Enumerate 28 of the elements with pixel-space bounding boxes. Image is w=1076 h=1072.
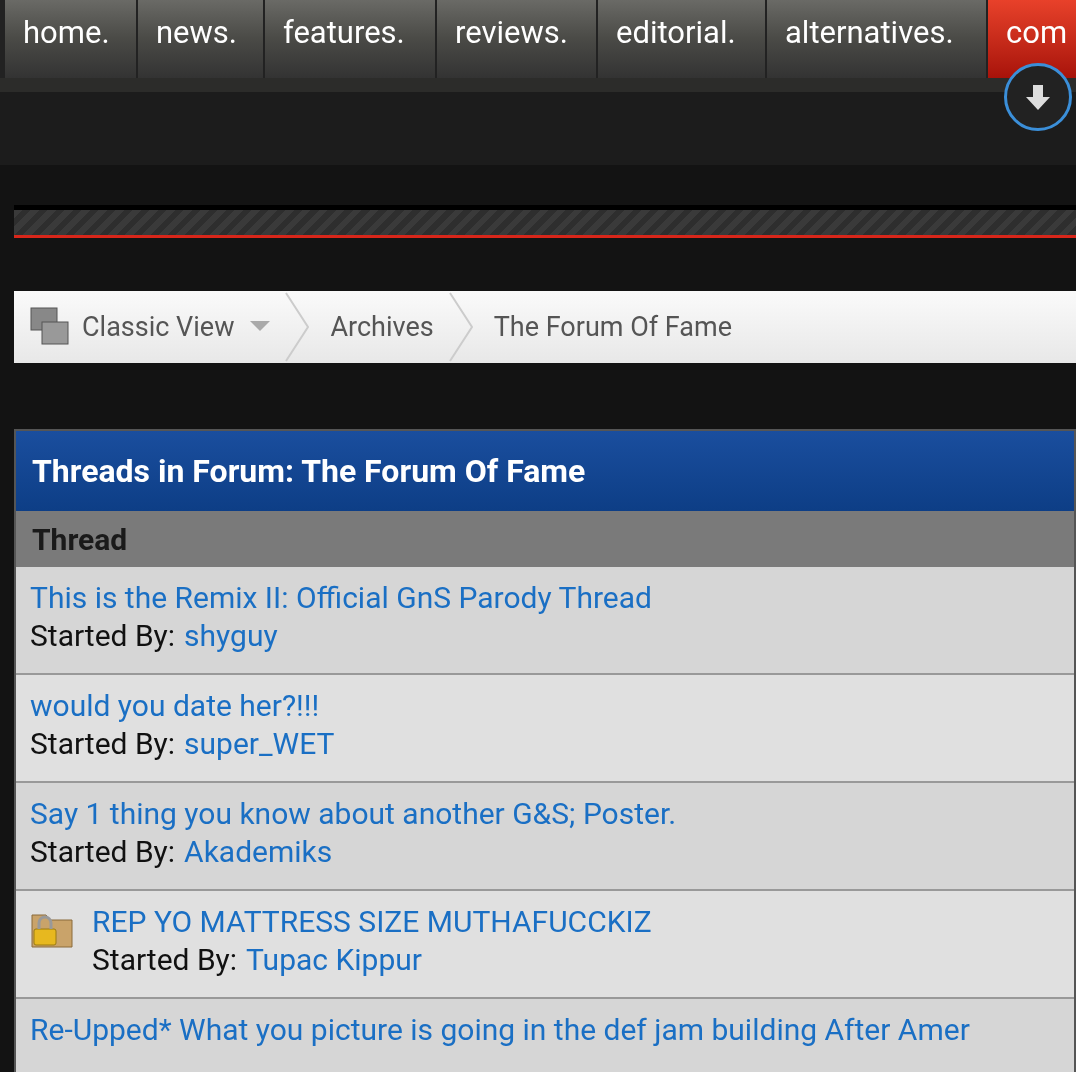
author-link[interactable]: Tupac Kippur bbox=[246, 941, 422, 979]
thread-link[interactable]: Re-Upped* What you picture is going in the def jam building After Amer bbox=[30, 1011, 970, 1049]
started-by-label: Started By: bbox=[30, 617, 176, 655]
windows-icon bbox=[30, 307, 70, 347]
breadcrumb-link[interactable]: The Forum Of Fame bbox=[493, 306, 732, 348]
nav-tab[interactable]: alternatives. bbox=[767, 0, 986, 78]
nav-tab[interactable]: reviews. bbox=[437, 0, 596, 78]
started-by-label: Started By: bbox=[30, 833, 176, 871]
thread-link[interactable]: This is the Remix II: Official GnS Parody Thread bbox=[30, 579, 652, 617]
author-link[interactable]: shyguy bbox=[184, 617, 278, 655]
started-by-label: Started By: bbox=[30, 725, 176, 763]
started-by-label: Started By: bbox=[92, 941, 238, 979]
nav-tab[interactable]: editorial. bbox=[598, 0, 765, 78]
chevron-icon bbox=[284, 291, 311, 363]
thread-link[interactable]: REP YO MATTRESS SIZE MUTHAFUCCKIZ bbox=[92, 903, 652, 941]
breadcrumb-link[interactable]: Archives bbox=[330, 306, 434, 348]
column-header: Thread bbox=[16, 511, 1074, 567]
nav-tab[interactable]: news. bbox=[138, 0, 263, 78]
nav-tab[interactable]: com bbox=[988, 0, 1076, 78]
chevron-icon bbox=[447, 291, 474, 363]
nav-tab[interactable]: home. bbox=[5, 0, 136, 78]
nav-tab[interactable]: features. bbox=[265, 0, 435, 78]
thread-link[interactable]: would you date her?!!! bbox=[30, 687, 335, 725]
author-link[interactable]: Akademiks bbox=[184, 833, 333, 871]
thread-link[interactable]: Say 1 thing you know about another G&S; Poster. bbox=[30, 795, 677, 833]
author-link[interactable]: super_WET bbox=[184, 725, 335, 763]
breadcrumb-link[interactable]: Classic View bbox=[82, 306, 235, 348]
forum-header: Threads in Forum: The Forum Of Fame bbox=[16, 431, 1074, 511]
